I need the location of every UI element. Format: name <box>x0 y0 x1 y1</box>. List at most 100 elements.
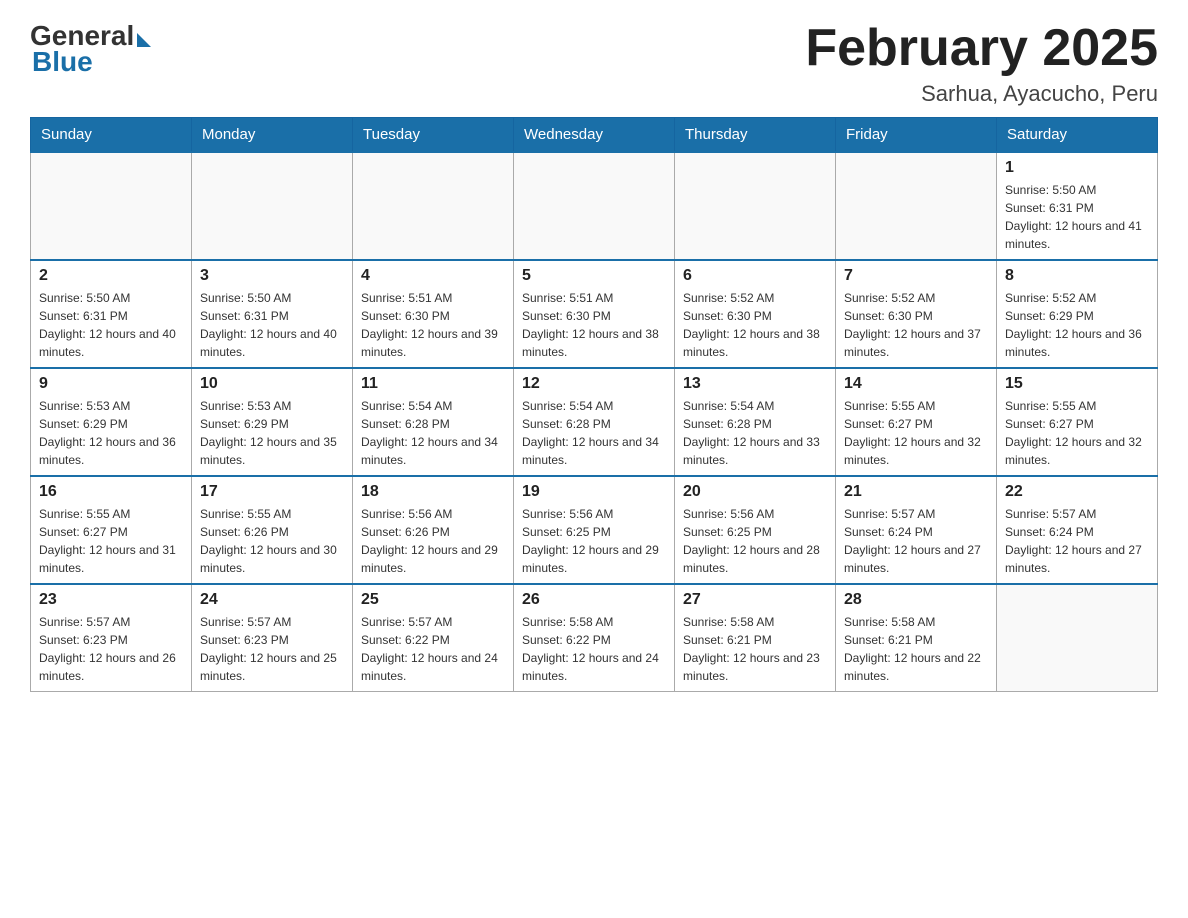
logo-arrow-icon <box>137 33 151 47</box>
day-number: 7 <box>844 267 988 285</box>
calendar-day-cell: 23Sunrise: 5:57 AMSunset: 6:23 PMDayligh… <box>31 584 192 692</box>
day-of-week-header: Monday <box>192 118 353 153</box>
calendar-day-cell: 7 Sunrise: 5:52 AMSunset: 6:30 PMDaylight… <box>836 260 997 368</box>
day-info: Sunrise: 5:55 AMSunset: 6:27 PMDaylight:… <box>1005 397 1149 469</box>
day-number: 11 <box>361 375 505 393</box>
day-number: 13 <box>683 375 827 393</box>
day-number: 2 <box>39 267 183 285</box>
day-number: 3 <box>200 267 344 285</box>
calendar-header-row: SundayMondayTuesdayWednesdayThursdayFrid… <box>31 118 1158 153</box>
calendar-day-cell: 19Sunrise: 5:56 AMSunset: 6:25 PMDayligh… <box>514 476 675 584</box>
day-info: Sunrise: 5:55 AMSunset: 6:27 PMDaylight:… <box>844 397 988 469</box>
day-info: Sunrise: 5:58 AMSunset: 6:21 PMDaylight:… <box>844 613 988 685</box>
calendar-week-row: 16 Sunrise: 5:55 AMSunset: 6:27 PMDayligh… <box>31 476 1158 584</box>
day-number: 16 <box>39 483 183 501</box>
title-block: February 2025 Sarhua, Ayacucho, Peru <box>805 20 1158 107</box>
calendar-day-cell: 20 Sunrise: 5:56 AMSunset: 6:25 PMDayligh… <box>675 476 836 584</box>
day-of-week-header: Tuesday <box>353 118 514 153</box>
logo-blue-text: Blue <box>30 46 93 78</box>
day-of-week-header: Sunday <box>31 118 192 153</box>
calendar-day-cell: 11 Sunrise: 5:54 AMSunset: 6:28 PMDayligh… <box>353 368 514 476</box>
day-info: Sunrise: 5:57 AMSunset: 6:22 PMDaylight:… <box>361 613 505 685</box>
calendar-day-cell: 25 Sunrise: 5:57 AMSunset: 6:22 PMDayligh… <box>353 584 514 692</box>
calendar-day-cell: 3 Sunrise: 5:50 AMSunset: 6:31 PMDaylight… <box>192 260 353 368</box>
day-number: 20 <box>683 483 827 501</box>
calendar-week-row: 2 Sunrise: 5:50 AMSunset: 6:31 PMDaylight… <box>31 260 1158 368</box>
day-info: Sunrise: 5:56 AMSunset: 6:26 PMDaylight:… <box>361 505 505 577</box>
day-info: Sunrise: 5:54 AMSunset: 6:28 PMDaylight:… <box>683 397 827 469</box>
day-number: 26 <box>522 591 666 609</box>
day-number: 17 <box>200 483 344 501</box>
day-info: Sunrise: 5:57 AMSunset: 6:23 PMDaylight:… <box>39 613 183 685</box>
day-info: Sunrise: 5:53 AMSunset: 6:29 PMDaylight:… <box>200 397 344 469</box>
calendar-day-cell: 9Sunrise: 5:53 AMSunset: 6:29 PMDaylight… <box>31 368 192 476</box>
day-number: 25 <box>361 591 505 609</box>
calendar-day-cell: 14 Sunrise: 5:55 AMSunset: 6:27 PMDayligh… <box>836 368 997 476</box>
calendar-day-cell <box>353 152 514 260</box>
calendar-day-cell <box>31 152 192 260</box>
day-info: Sunrise: 5:57 AMSunset: 6:23 PMDaylight:… <box>200 613 344 685</box>
day-info: Sunrise: 5:50 AMSunset: 6:31 PMDaylight:… <box>1005 181 1149 253</box>
day-info: Sunrise: 5:56 AMSunset: 6:25 PMDaylight:… <box>683 505 827 577</box>
calendar-week-row: 1Sunrise: 5:50 AMSunset: 6:31 PMDaylight… <box>31 152 1158 260</box>
day-number: 6 <box>683 267 827 285</box>
day-number: 10 <box>200 375 344 393</box>
day-of-week-header: Wednesday <box>514 118 675 153</box>
calendar-day-cell: 1Sunrise: 5:50 AMSunset: 6:31 PMDaylight… <box>997 152 1158 260</box>
calendar-day-cell <box>997 584 1158 692</box>
day-number: 19 <box>522 483 666 501</box>
day-info: Sunrise: 5:50 AMSunset: 6:31 PMDaylight:… <box>39 289 183 361</box>
calendar-day-cell: 8 Sunrise: 5:52 AMSunset: 6:29 PMDaylight… <box>997 260 1158 368</box>
calendar-day-cell: 12 Sunrise: 5:54 AMSunset: 6:28 PMDayligh… <box>514 368 675 476</box>
calendar-day-cell <box>514 152 675 260</box>
calendar-day-cell: 27 Sunrise: 5:58 AMSunset: 6:21 PMDayligh… <box>675 584 836 692</box>
day-of-week-header: Saturday <box>997 118 1158 153</box>
calendar-day-cell: 17 Sunrise: 5:55 AMSunset: 6:26 PMDayligh… <box>192 476 353 584</box>
calendar-day-cell: 24Sunrise: 5:57 AMSunset: 6:23 PMDayligh… <box>192 584 353 692</box>
calendar-day-cell: 21 Sunrise: 5:57 AMSunset: 6:24 PMDayligh… <box>836 476 997 584</box>
calendar-day-cell: 22 Sunrise: 5:57 AMSunset: 6:24 PMDayligh… <box>997 476 1158 584</box>
calendar-table: SundayMondayTuesdayWednesdayThursdayFrid… <box>30 117 1158 692</box>
calendar-title: February 2025 <box>805 20 1158 77</box>
calendar-day-cell <box>675 152 836 260</box>
calendar-subtitle: Sarhua, Ayacucho, Peru <box>805 81 1158 107</box>
day-info: Sunrise: 5:51 AMSunset: 6:30 PMDaylight:… <box>361 289 505 361</box>
day-number: 14 <box>844 375 988 393</box>
day-number: 12 <box>522 375 666 393</box>
calendar-day-cell: 2 Sunrise: 5:50 AMSunset: 6:31 PMDaylight… <box>31 260 192 368</box>
calendar-day-cell: 26 Sunrise: 5:58 AMSunset: 6:22 PMDayligh… <box>514 584 675 692</box>
day-info: Sunrise: 5:55 AMSunset: 6:27 PMDaylight:… <box>39 505 183 577</box>
day-info: Sunrise: 5:58 AMSunset: 6:21 PMDaylight:… <box>683 613 827 685</box>
calendar-day-cell: 4 Sunrise: 5:51 AMSunset: 6:30 PMDaylight… <box>353 260 514 368</box>
calendar-day-cell: 13 Sunrise: 5:54 AMSunset: 6:28 PMDayligh… <box>675 368 836 476</box>
day-number: 21 <box>844 483 988 501</box>
day-info: Sunrise: 5:52 AMSunset: 6:30 PMDaylight:… <box>683 289 827 361</box>
page-header: General Blue February 2025 Sarhua, Ayacu… <box>30 20 1158 107</box>
day-number: 15 <box>1005 375 1149 393</box>
calendar-week-row: 9Sunrise: 5:53 AMSunset: 6:29 PMDaylight… <box>31 368 1158 476</box>
day-of-week-header: Thursday <box>675 118 836 153</box>
calendar-week-row: 23Sunrise: 5:57 AMSunset: 6:23 PMDayligh… <box>31 584 1158 692</box>
day-number: 4 <box>361 267 505 285</box>
day-number: 8 <box>1005 267 1149 285</box>
day-info: Sunrise: 5:57 AMSunset: 6:24 PMDaylight:… <box>844 505 988 577</box>
day-info: Sunrise: 5:58 AMSunset: 6:22 PMDaylight:… <box>522 613 666 685</box>
day-info: Sunrise: 5:54 AMSunset: 6:28 PMDaylight:… <box>361 397 505 469</box>
day-number: 27 <box>683 591 827 609</box>
day-info: Sunrise: 5:57 AMSunset: 6:24 PMDaylight:… <box>1005 505 1149 577</box>
day-info: Sunrise: 5:55 AMSunset: 6:26 PMDaylight:… <box>200 505 344 577</box>
day-info: Sunrise: 5:53 AMSunset: 6:29 PMDaylight:… <box>39 397 183 469</box>
calendar-day-cell: 6 Sunrise: 5:52 AMSunset: 6:30 PMDaylight… <box>675 260 836 368</box>
calendar-day-cell <box>836 152 997 260</box>
day-info: Sunrise: 5:50 AMSunset: 6:31 PMDaylight:… <box>200 289 344 361</box>
calendar-day-cell: 16 Sunrise: 5:55 AMSunset: 6:27 PMDayligh… <box>31 476 192 584</box>
calendar-day-cell: 28Sunrise: 5:58 AMSunset: 6:21 PMDayligh… <box>836 584 997 692</box>
day-info: Sunrise: 5:54 AMSunset: 6:28 PMDaylight:… <box>522 397 666 469</box>
day-number: 18 <box>361 483 505 501</box>
day-number: 22 <box>1005 483 1149 501</box>
calendar-day-cell: 10 Sunrise: 5:53 AMSunset: 6:29 PMDayligh… <box>192 368 353 476</box>
day-number: 5 <box>522 267 666 285</box>
day-info: Sunrise: 5:52 AMSunset: 6:29 PMDaylight:… <box>1005 289 1149 361</box>
day-info: Sunrise: 5:52 AMSunset: 6:30 PMDaylight:… <box>844 289 988 361</box>
calendar-day-cell: 15 Sunrise: 5:55 AMSunset: 6:27 PMDayligh… <box>997 368 1158 476</box>
